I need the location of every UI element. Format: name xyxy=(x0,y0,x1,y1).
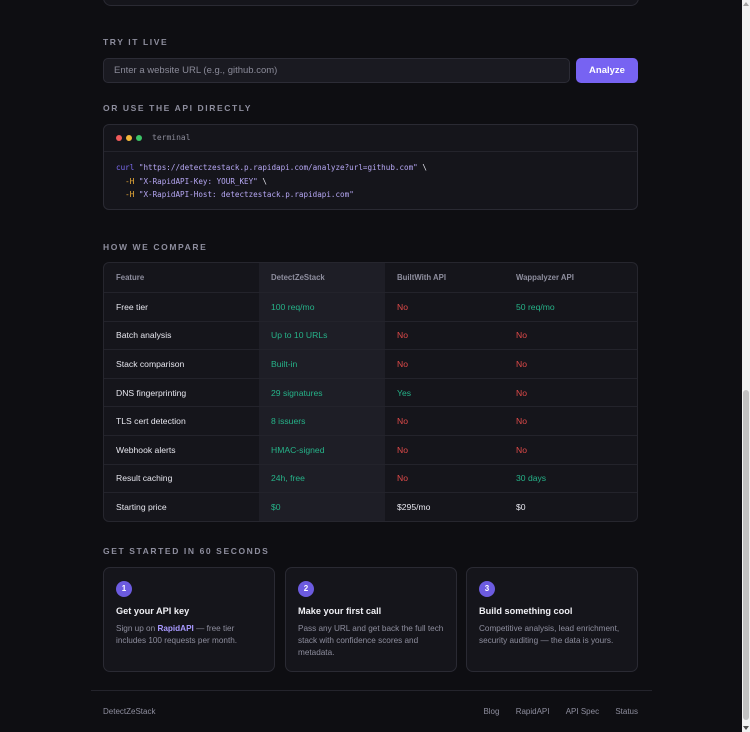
wappalyzer-cell: No xyxy=(504,350,637,379)
step-card-2: 2 Make your first call Pass any URL and … xyxy=(285,567,457,672)
scrollbar-thumb[interactable] xyxy=(743,390,749,720)
feature-cell: Batch analysis xyxy=(104,322,259,351)
wappalyzer-cell: 30 days xyxy=(504,465,637,494)
feature-cell: Webhook alerts xyxy=(104,436,259,465)
api-direct-label: OR USE THE API DIRECTLY xyxy=(103,103,253,113)
compare-label: HOW WE COMPARE xyxy=(103,242,208,252)
window-maximize-dot-icon xyxy=(136,135,142,141)
step-number-badge: 3 xyxy=(479,581,495,597)
header-feature: Feature xyxy=(104,263,259,293)
header-detectzestack: DetectZeStack xyxy=(259,263,385,293)
builtwith-cell: Yes xyxy=(385,379,504,408)
code-header-key: "X-RapidAPI-Key: YOUR_KEY" xyxy=(138,176,258,186)
terminal-title: terminal xyxy=(152,133,191,142)
wappalyzer-cell: No xyxy=(504,379,637,408)
step-description: Competitive analysis, lead enrichment, s… xyxy=(479,624,620,645)
header-builtwith: BuiltWith API xyxy=(385,263,504,293)
scroll-down-arrow-icon[interactable] xyxy=(743,726,749,730)
detectzestack-cell: HMAC-signed xyxy=(259,435,385,465)
code-url: "https://detectzestack.p.rapidapi.com/an… xyxy=(138,163,418,172)
step-title: Get your API key xyxy=(116,606,190,616)
detectzestack-cell: Up to 10 URLs xyxy=(259,321,385,351)
header-wappalyzer: Wappalyzer API xyxy=(504,263,637,293)
step-title: Make your first call xyxy=(298,606,382,616)
footer-link-api-spec[interactable]: API Spec xyxy=(566,707,599,716)
detectzestack-cell: 8 issuers xyxy=(259,407,385,436)
table-row: Free tier 100 req/mo No 50 req/mo xyxy=(104,293,637,322)
wappalyzer-cell: $0 xyxy=(516,501,526,512)
terminal-window: terminal curl "https://detectzestack.p.r… xyxy=(103,124,638,210)
builtwith-cell: No xyxy=(385,350,504,379)
wappalyzer-cell: No xyxy=(504,436,637,465)
url-input[interactable] xyxy=(103,58,570,83)
step-description: Sign up on RapidAPI — free tier includes… xyxy=(116,623,264,647)
builtwith-cell: No xyxy=(385,465,504,494)
code-flag: -H xyxy=(125,190,135,199)
code-flag: -H xyxy=(125,176,135,186)
window-close-dot-icon xyxy=(116,135,122,141)
table-row: Starting price $0 $295/mo $0 xyxy=(104,493,637,521)
builtwith-cell: No xyxy=(385,407,504,436)
footer-link-status[interactable]: Status xyxy=(615,707,638,716)
scroll-up-arrow-icon[interactable] xyxy=(743,2,749,6)
builtwith-cell: No xyxy=(385,293,504,322)
comparison-table: Feature DetectZeStack BuiltWith API Wapp… xyxy=(103,262,638,522)
previous-card-edge xyxy=(103,0,639,6)
step-number-badge: 1 xyxy=(116,581,132,597)
feature-cell: Stack comparison xyxy=(104,350,259,379)
table-row: DNS fingerprinting 29 signatures Yes No xyxy=(104,378,637,408)
get-started-label: GET STARTED IN 60 SECONDS xyxy=(103,546,270,556)
builtwith-cell: No xyxy=(385,322,504,351)
table-row: Batch analysis Up to 10 URLs No No xyxy=(104,321,637,351)
builtwith-cell: $295/mo xyxy=(397,501,431,512)
code-command: curl xyxy=(116,163,135,172)
page-scrollbar[interactable] xyxy=(742,0,750,732)
wappalyzer-cell: 50 req/mo xyxy=(504,293,637,322)
step-description-text: Sign up on xyxy=(116,624,158,633)
page: TRY IT LIVE Analyze OR USE THE API DIREC… xyxy=(0,0,742,732)
footer-links: Blog RapidAPI API Spec Status xyxy=(469,707,638,716)
detectzestack-cell: Built-in xyxy=(259,350,385,379)
wappalyzer-cell: No xyxy=(504,322,637,351)
feature-cell: TLS cert detection xyxy=(104,407,259,436)
footer-divider xyxy=(91,690,652,691)
analyze-button[interactable]: Analyze xyxy=(576,58,638,83)
step-card-3: 3 Build something cool Competitive analy… xyxy=(466,567,638,672)
detectzestack-cell: 100 req/mo xyxy=(259,293,385,322)
curl-code-block: curl "https://detectzestack.p.rapidapi.c… xyxy=(104,152,637,202)
builtwith-cell: No xyxy=(385,436,504,465)
step-card-1: 1 Get your API key Sign up on RapidAPI —… xyxy=(103,567,275,672)
step-description: Pass any URL and get back the full tech … xyxy=(298,624,444,657)
code-header-host: "X-RapidAPI-Host: detectzestack.p.rapida… xyxy=(138,190,354,199)
detectzestack-cell: 24h, free xyxy=(259,464,385,494)
footer-brand: DetectZeStack xyxy=(103,707,156,716)
terminal-header: terminal xyxy=(104,125,637,152)
rapidapi-link[interactable]: RapidAPI xyxy=(157,624,193,633)
detectzestack-cell: 29 signatures xyxy=(259,378,385,408)
table-row: Webhook alerts HMAC-signed No No xyxy=(104,435,637,465)
table-row: TLS cert detection 8 issuers No No xyxy=(104,407,637,436)
try-live-label: TRY IT LIVE xyxy=(103,37,169,47)
feature-cell: Result caching xyxy=(104,465,259,494)
feature-cell: DNS fingerprinting xyxy=(104,379,259,408)
code-continuation: \ xyxy=(257,176,267,186)
table-header-row: Feature DetectZeStack BuiltWith API Wapp… xyxy=(104,263,637,293)
step-title: Build something cool xyxy=(479,606,573,616)
step-number-badge: 2 xyxy=(298,581,314,597)
footer-link-rapidapi[interactable]: RapidAPI xyxy=(516,707,550,716)
table-row: Stack comparison Built-in No No xyxy=(104,350,637,379)
feature-cell: Starting price xyxy=(116,501,167,512)
table-row: Result caching 24h, free No 30 days xyxy=(104,464,637,494)
wappalyzer-cell: No xyxy=(504,407,637,436)
footer-link-blog[interactable]: Blog xyxy=(483,707,499,716)
feature-cell: Free tier xyxy=(104,293,259,322)
detectzestack-cell: $0 xyxy=(259,493,385,521)
code-continuation: \ xyxy=(417,163,427,172)
window-minimize-dot-icon xyxy=(126,135,132,141)
